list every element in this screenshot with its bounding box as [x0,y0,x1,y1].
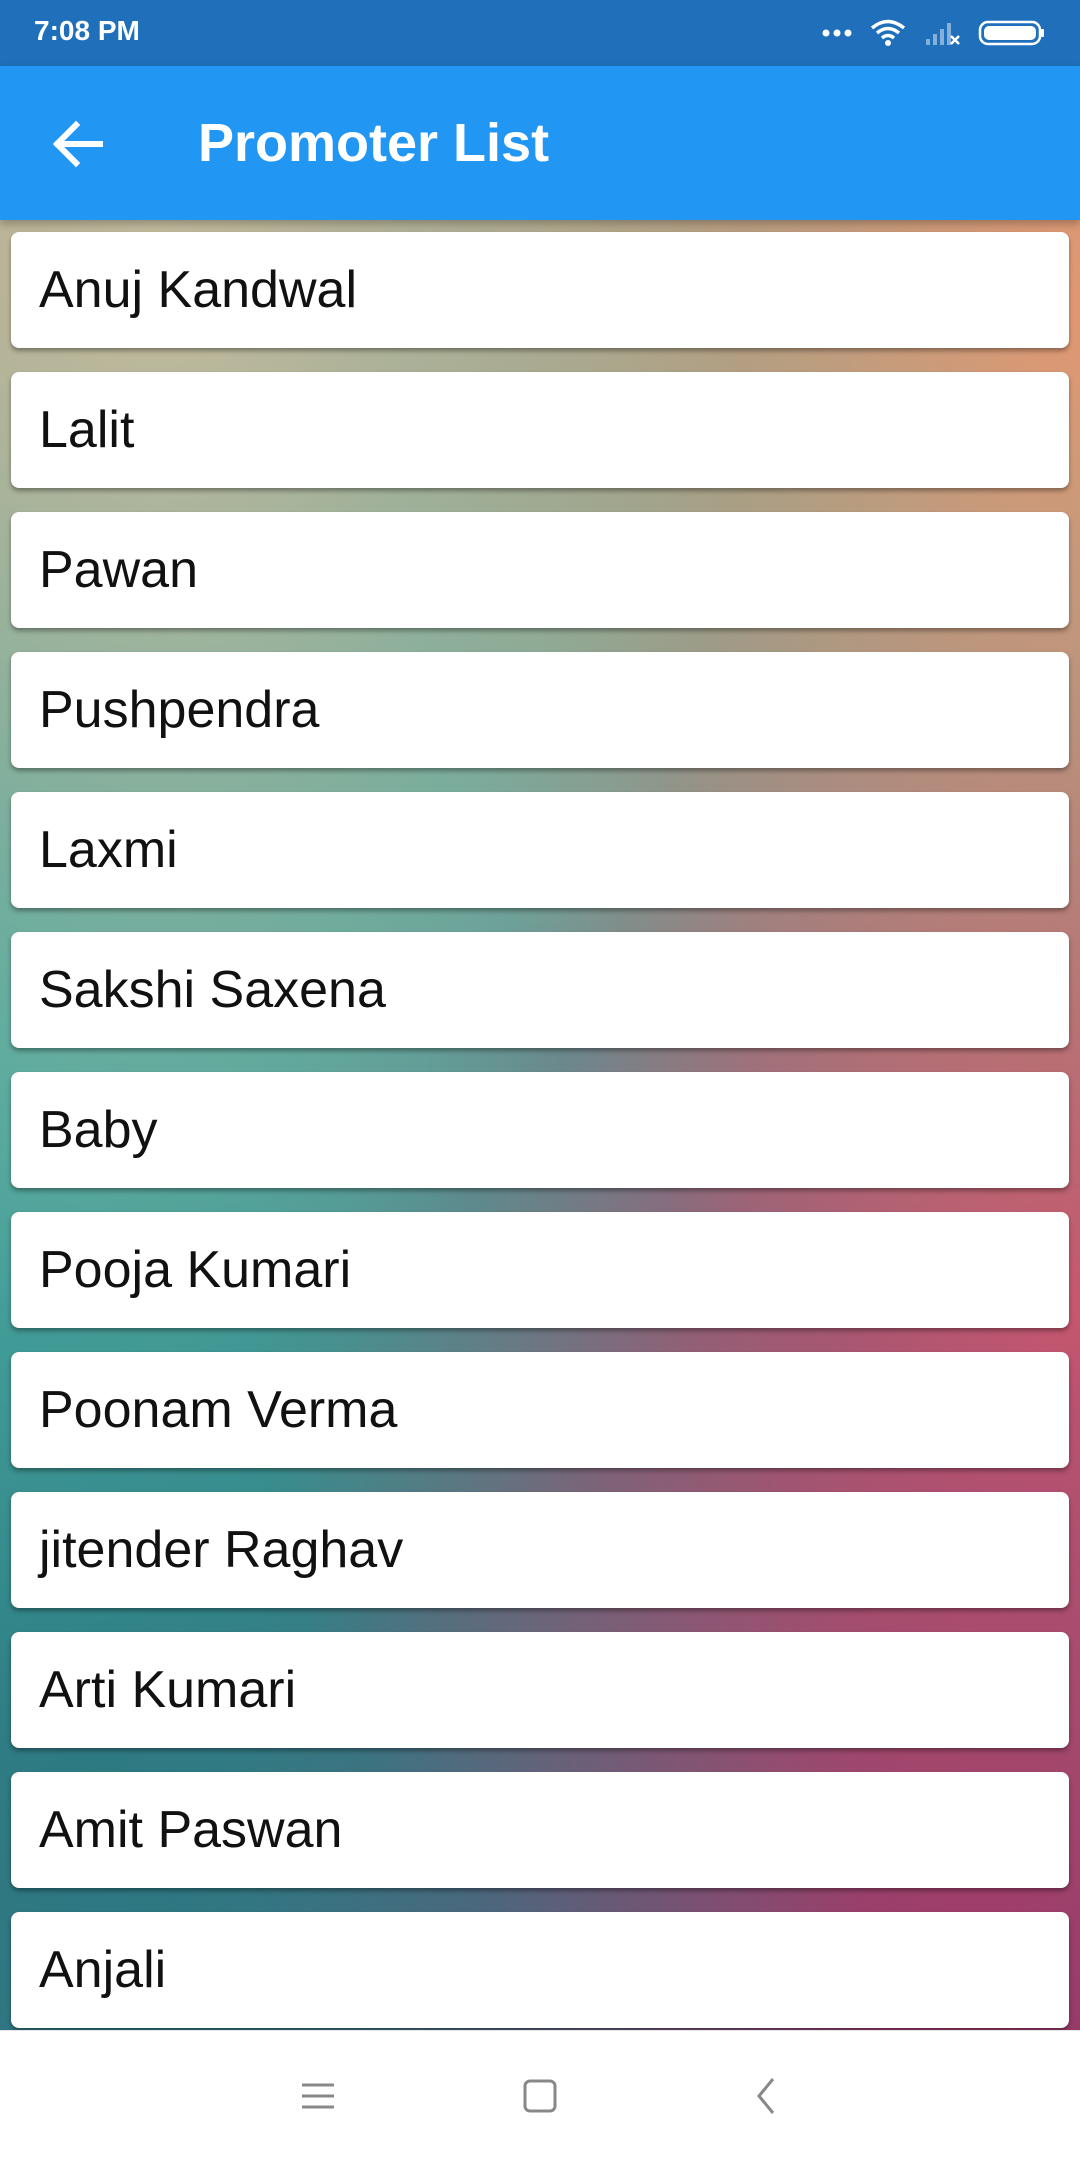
list-item[interactable]: Arti Kumari [11,1632,1069,1748]
more-dots-icon [822,29,852,37]
list-item[interactable]: Pooja Kumari [11,1212,1069,1328]
home-button[interactable] [510,2066,570,2126]
list-item[interactable]: Anjali [11,1912,1069,2028]
list-item-label: Anjali [39,1941,167,1999]
wifi-icon [870,19,906,46]
list-item[interactable]: jitender Raghav [11,1492,1069,1608]
list-item[interactable]: Pawan [11,512,1069,628]
list-item-label: Pooja Kumari [39,1241,352,1299]
back-button[interactable] [40,106,116,182]
back-chevron-icon [757,2078,775,2114]
list-item[interactable]: Laxmi [11,792,1069,908]
recents-button[interactable] [288,2066,348,2126]
list-item[interactable]: Anuj Kandwal [11,232,1069,348]
list-item[interactable]: Amit Paswan [11,1772,1069,1888]
app-bar: Promoter List [0,66,1080,220]
list-item-label: jitender Raghav [39,1521,404,1579]
home-square-icon [523,2079,557,2113]
battery-icon [978,20,1044,46]
list-item-label: Amit Paswan [39,1801,343,1859]
list-item-label: Pushpendra [39,681,320,739]
arrow-left-icon [52,120,103,168]
system-back-button[interactable] [736,2066,796,2126]
status-icons [804,16,1046,50]
list-item[interactable]: Baby [11,1072,1069,1188]
signal-icon [926,23,960,45]
list-item[interactable]: Pushpendra [11,652,1069,768]
page-title: Promoter List [198,113,550,173]
list-item[interactable]: Poonam Verma [11,1352,1069,1468]
promoter-list-area: Anuj Kandwal Lalit Pawan Pushpendra Laxm… [0,220,1080,2030]
menu-icon [302,2083,334,2109]
system-nav-bar [0,2030,1080,2160]
status-time: 7:08 PM [34,15,140,46]
list-item[interactable]: Lalit [11,372,1069,488]
promoter-list: Anuj Kandwal Lalit Pawan Pushpendra Laxm… [11,232,1069,2030]
list-item-label: Baby [39,1101,158,1159]
list-item-label: Laxmi [39,821,178,879]
status-bar: 7:08 PM [0,0,1080,66]
list-item-label: Sakshi Saxena [39,961,386,1019]
list-item[interactable]: Sakshi Saxena [11,932,1069,1048]
list-item-label: Lalit [39,401,135,459]
list-item-label: Pawan [39,541,198,599]
list-item-label: Poonam Verma [39,1381,398,1439]
list-item-label: Arti Kumari [39,1661,297,1719]
list-item-label: Anuj Kandwal [39,261,357,319]
